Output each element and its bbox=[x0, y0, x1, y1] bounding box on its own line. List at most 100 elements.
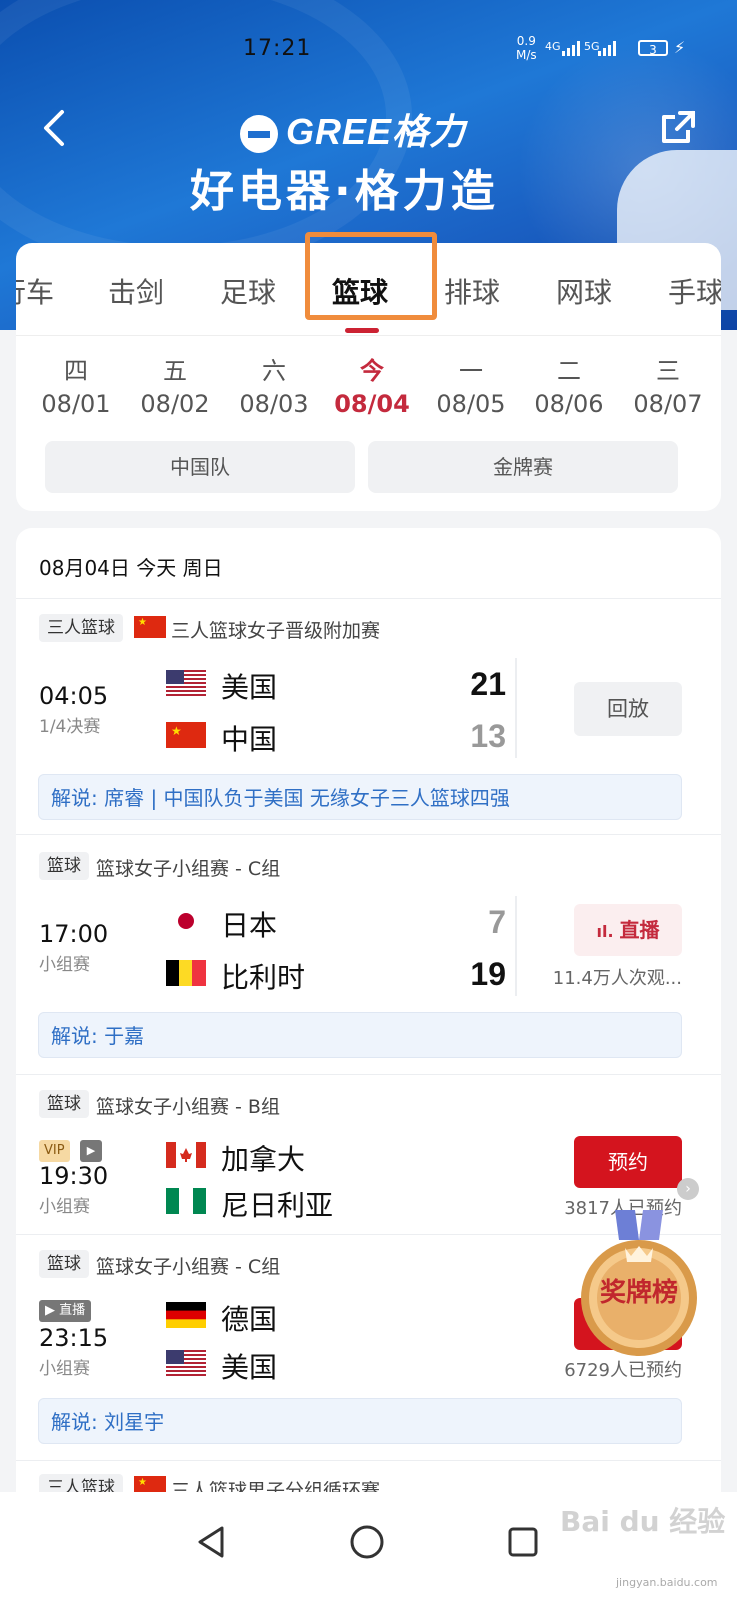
circle-home-icon bbox=[350, 1525, 384, 1559]
date-item[interactable]: 三 08/07 bbox=[623, 351, 713, 418]
usa-flag-icon bbox=[166, 670, 206, 696]
date-value: 08/03 bbox=[239, 390, 309, 418]
date-value: 08/04 bbox=[334, 390, 410, 418]
gree-logo-icon bbox=[240, 115, 278, 154]
commentary-bar[interactable]: 解说: 于嘉 bbox=[38, 1012, 682, 1058]
view-count: 11.4万人次观... bbox=[552, 968, 682, 989]
tab-football[interactable]: 足球 bbox=[220, 271, 276, 311]
date-item-today[interactable]: 今 08/04 bbox=[327, 351, 417, 418]
active-tab-indicator bbox=[345, 328, 379, 333]
date-item[interactable]: 六 08/03 bbox=[229, 351, 319, 418]
net-speed-value: 0.9 bbox=[516, 34, 536, 48]
date-weekday: 今 bbox=[360, 357, 384, 385]
commentary-bar[interactable]: 解说: 刘星宇 bbox=[38, 1398, 682, 1444]
back-button[interactable] bbox=[40, 108, 70, 148]
usa-flag-icon bbox=[166, 1350, 206, 1376]
team-score: 7 bbox=[488, 904, 506, 940]
date-item[interactable]: 一 08/05 bbox=[426, 351, 516, 418]
net-speed: 0.9 M/s bbox=[516, 34, 537, 62]
brand-name: GREE格力 bbox=[286, 111, 467, 152]
live-button[interactable]: ıl. 直播 bbox=[574, 904, 682, 956]
date-value: 08/01 bbox=[41, 390, 111, 418]
team-name: 尼日利亚 bbox=[221, 1189, 334, 1222]
watermark-url: jingyan.baidu.com bbox=[616, 1576, 718, 1589]
team-score: 21 bbox=[470, 666, 506, 702]
nigeria-flag-icon bbox=[166, 1188, 206, 1214]
date-weekday: 六 bbox=[262, 357, 286, 385]
canada-flag-icon bbox=[166, 1142, 206, 1168]
commentary-bar[interactable]: 解说: 席睿 | 中国队负于美国 无缘女子三人篮球四强 bbox=[38, 774, 682, 820]
match-phase: 小组赛 bbox=[39, 955, 90, 975]
chevron-left-icon bbox=[44, 110, 64, 146]
tab-handball[interactable]: 手球 bbox=[668, 271, 721, 311]
date-item[interactable]: 二 08/06 bbox=[524, 351, 614, 418]
date-weekday: 五 bbox=[163, 357, 187, 385]
live-badge: ▶ 直播 bbox=[39, 1300, 92, 1322]
watermark: Bai du 经验 bbox=[560, 1505, 726, 1538]
china-flag-icon: ★ bbox=[134, 616, 166, 638]
filter-china-team[interactable]: 中国队 bbox=[45, 441, 355, 493]
team-name: 中国 bbox=[221, 723, 278, 756]
date-item[interactable]: 五 08/02 bbox=[130, 351, 220, 418]
battery-icon: 3 bbox=[638, 40, 668, 57]
event-title: 篮球女子小组赛 - C组 bbox=[96, 858, 281, 880]
square-recents-icon bbox=[508, 1527, 538, 1557]
team-score: 19 bbox=[470, 956, 506, 992]
nav-back-button[interactable] bbox=[192, 1522, 232, 1562]
share-icon bbox=[662, 111, 695, 143]
team-name: 加拿大 bbox=[221, 1143, 306, 1176]
filter-gold-medal[interactable]: 金牌赛 bbox=[368, 441, 678, 493]
date-value: 08/07 bbox=[633, 390, 703, 418]
sport-tag: 篮球 bbox=[39, 1090, 89, 1118]
status-bar: 17:21 0.9 M/s 4G 5G 3 ⚡ bbox=[0, 34, 737, 64]
match-phase: 小组赛 bbox=[39, 1197, 90, 1217]
match-phase: 小组赛 bbox=[39, 1359, 90, 1379]
tab-highlight-box bbox=[305, 232, 437, 320]
net-speed-unit: M/s bbox=[516, 48, 537, 62]
sport-tag: 篮球 bbox=[39, 852, 89, 880]
tab-cycling[interactable]: 行车 bbox=[16, 271, 54, 311]
signal-icon bbox=[562, 40, 580, 56]
match-time: 19:30 bbox=[39, 1162, 109, 1190]
live-button-label: 直播 bbox=[619, 918, 660, 942]
filter-card: 行车 击剑 足球 篮球 排球 网球 手球 四08/01 五08/02 六08/0… bbox=[16, 232, 721, 511]
tab-fencing[interactable]: 击剑 bbox=[108, 271, 164, 311]
medal-table-button[interactable]: 奖牌榜 bbox=[577, 1210, 701, 1360]
brand-logo: GREE格力 bbox=[240, 103, 466, 155]
germany-flag-icon bbox=[166, 1302, 206, 1328]
signal-icon bbox=[598, 40, 616, 56]
date-weekday: 二 bbox=[557, 357, 581, 385]
tab-volleyball[interactable]: 排球 bbox=[444, 271, 500, 311]
date-selector: 四 08/01 五 08/02 六 08/03 今 08/04 一 08/05 二 08/0… bbox=[16, 351, 721, 431]
nav-home-button[interactable] bbox=[347, 1522, 387, 1562]
reserve-button[interactable]: 预约 bbox=[574, 1136, 682, 1188]
live-badge-label: 直播 bbox=[59, 1303, 86, 1318]
event-title: 篮球女子小组赛 - C组 bbox=[96, 1256, 281, 1278]
match-time: 04:05 bbox=[39, 682, 109, 710]
tab-tennis[interactable]: 网球 bbox=[556, 271, 612, 311]
date-value: 08/05 bbox=[436, 390, 506, 418]
date-value: 08/02 bbox=[140, 390, 210, 418]
chevron-right-icon[interactable]: › bbox=[677, 1178, 699, 1200]
team-name: 美国 bbox=[221, 671, 278, 704]
divider bbox=[16, 1460, 721, 1461]
share-button[interactable] bbox=[658, 108, 698, 148]
divider bbox=[16, 598, 721, 599]
match-time: 23:15 bbox=[39, 1324, 109, 1352]
divider bbox=[515, 658, 517, 758]
divider bbox=[16, 834, 721, 835]
signal-label-1: 4G bbox=[545, 40, 561, 53]
match-time: 17:00 bbox=[39, 920, 109, 948]
date-weekday: 一 bbox=[459, 357, 483, 385]
triangle-back-icon bbox=[198, 1526, 224, 1558]
date-value: 08/06 bbox=[534, 390, 604, 418]
sport-tag: 篮球 bbox=[39, 1250, 89, 1278]
day-header: 08月04日 今天 周日 bbox=[39, 556, 223, 580]
medal-label: 奖牌榜 bbox=[599, 1278, 678, 1308]
status-time: 17:21 bbox=[243, 36, 312, 61]
date-item[interactable]: 四 08/01 bbox=[31, 351, 121, 418]
team-score: 13 bbox=[470, 718, 506, 754]
replay-button[interactable]: 回放 bbox=[574, 682, 682, 736]
sport-tag: 三人篮球 bbox=[39, 614, 123, 642]
nav-recents-button[interactable] bbox=[503, 1522, 543, 1562]
